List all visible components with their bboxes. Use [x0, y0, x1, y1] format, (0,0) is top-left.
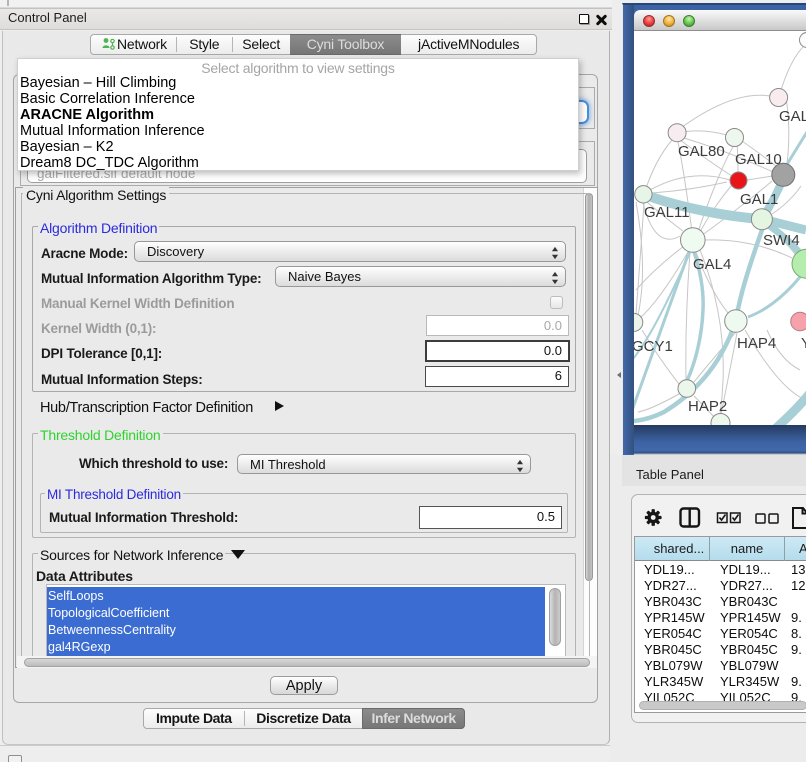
svg-text:GAL7: GAL7 [779, 108, 806, 125]
svg-text:GCY1: GCY1 [634, 338, 673, 355]
svg-text:GAL10: GAL10 [735, 151, 782, 168]
svg-text:SWI4: SWI4 [763, 232, 800, 249]
svg-text:GAL80: GAL80 [678, 143, 725, 160]
svg-text:GAL4: GAL4 [693, 256, 731, 273]
svg-text:GAL1: GAL1 [740, 191, 778, 208]
svg-text:HAP4: HAP4 [737, 335, 776, 352]
svg-text:Y: Y [801, 335, 806, 352]
svg-text:GAL11: GAL11 [644, 204, 690, 221]
svg-text:HAP2: HAP2 [688, 398, 727, 415]
